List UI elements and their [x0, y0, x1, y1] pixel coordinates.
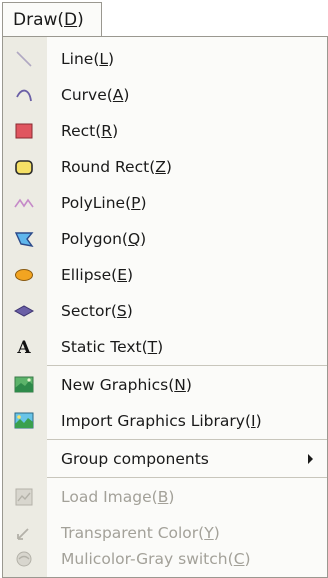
menu-draw[interactable]: Draw(D) — [2, 2, 102, 36]
menu-draw-label: Draw — [13, 10, 58, 30]
menu-item-round-rect[interactable]: Round Rect(Z) — [3, 149, 327, 185]
polyline-icon — [10, 189, 38, 217]
menu-item-multicolor-gray-switch: Mulicolor-Gray switch(C) — [3, 541, 327, 577]
menu-item-load-image-label: Load Image — [61, 488, 152, 506]
menu-item-import-graphics-library[interactable]: Import Graphics Library(I) — [3, 403, 327, 439]
menu-item-sector[interactable]: Sector(S) — [3, 293, 327, 329]
menu-item-static-text-label: Static Text — [61, 338, 142, 356]
menu-item-rect-label: Rect — [61, 122, 96, 140]
menu-item-polygon-accel: Q — [127, 230, 141, 248]
menu-item-new-graphics[interactable]: New Graphics(N) — [3, 367, 327, 403]
curve-icon — [10, 81, 38, 109]
menu-item-group-components-label: Group components — [61, 450, 209, 468]
menu-item-multicolor-gray-switch-accel: C — [233, 550, 245, 568]
menu-item-transparent-color-accel: Y — [204, 524, 214, 542]
menu-item-polyline[interactable]: PolyLine(P) — [3, 185, 327, 221]
submenu-arrow-icon — [308, 454, 313, 464]
menu-item-static-text-accel: T — [147, 338, 158, 356]
menu-item-sector-accel: S — [116, 302, 127, 320]
svg-text:A: A — [16, 338, 31, 358]
menu-item-load-image-accel: B — [157, 488, 169, 506]
menu-item-ellipse-label: Ellipse — [61, 266, 112, 284]
rect-icon — [10, 117, 38, 145]
menu-separator — [47, 365, 327, 366]
menu-item-curve-accel: A — [112, 86, 124, 104]
menu-item-import-graphics-library-accel: I — [251, 412, 256, 430]
menu-item-transparent-color-label: Transparent Color — [61, 524, 199, 542]
sector-icon — [10, 297, 38, 325]
round-rect-icon — [10, 153, 38, 181]
menu-item-load-image: Load Image(B) — [3, 479, 327, 515]
menu-item-ellipse-accel: E — [117, 266, 128, 284]
load-image-icon — [10, 483, 38, 511]
menu-item-sector-label: Sector — [61, 302, 111, 320]
menu-item-polyline-accel: P — [131, 194, 141, 212]
line-icon — [10, 45, 38, 73]
menu-bar: Draw(D) — [0, 0, 328, 38]
menu-item-rect[interactable]: Rect(R) — [3, 113, 327, 149]
menu-draw-accel: D — [64, 10, 78, 30]
new-graphics-icon — [10, 371, 38, 399]
draw-dropdown-menu: Line(L) Curve(A) Rect(R) Round Rect(Z) P… — [2, 36, 328, 578]
ellipse-icon — [10, 261, 38, 289]
polygon-icon — [10, 225, 38, 253]
menu-item-line-accel: L — [99, 50, 109, 68]
menu-item-line[interactable]: Line(L) — [3, 41, 327, 77]
menu-item-multicolor-gray-switch-label: Mulicolor-Gray switch — [61, 550, 228, 568]
menu-item-group-components[interactable]: Group components — [3, 441, 327, 477]
static-text-icon: A — [10, 333, 38, 361]
menu-item-polygon-label: Polygon — [61, 230, 122, 248]
menu-separator — [47, 477, 327, 478]
menu-item-ellipse[interactable]: Ellipse(E) — [3, 257, 327, 293]
menu-item-polyline-label: PolyLine — [61, 194, 126, 212]
menu-item-static-text[interactable]: A Static Text(T) — [3, 329, 327, 365]
import-graphics-library-icon — [10, 407, 38, 435]
multicolor-gray-switch-icon — [10, 545, 38, 573]
menu-item-curve-label: Curve — [61, 86, 107, 104]
menu-item-round-rect-label: Round Rect — [61, 158, 150, 176]
menu-item-line-label: Line — [61, 50, 94, 68]
menu-item-rect-accel: R — [101, 122, 113, 140]
menu-item-new-graphics-accel: N — [174, 376, 186, 394]
menu-item-round-rect-accel: Z — [155, 158, 166, 176]
menu-item-polygon[interactable]: Polygon(Q) — [3, 221, 327, 257]
menu-item-import-graphics-library-label: Import Graphics Library — [61, 412, 245, 430]
menu-item-new-graphics-label: New Graphics — [61, 376, 169, 394]
menu-separator — [47, 439, 327, 440]
menu-item-curve[interactable]: Curve(A) — [3, 77, 327, 113]
